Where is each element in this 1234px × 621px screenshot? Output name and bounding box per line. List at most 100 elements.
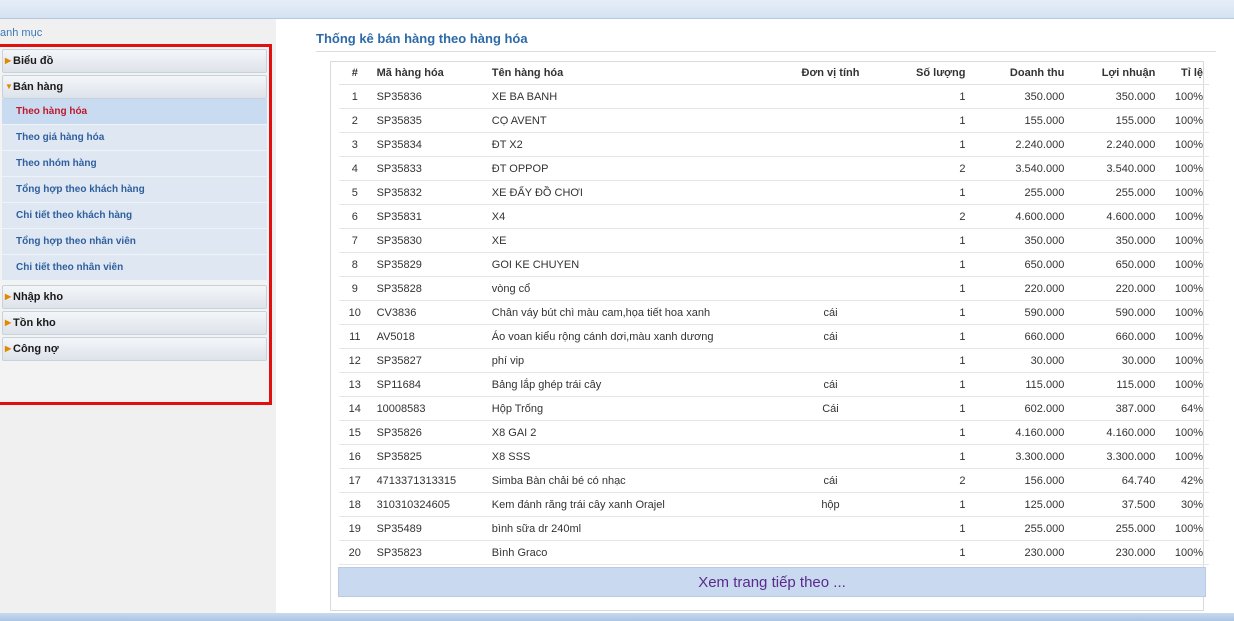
report-menu: ▶ Biểu đồ ▼ Bán hàng Theo hàng hóa Theo … <box>0 44 272 405</box>
menu-item-staff-detail[interactable]: Chi tiết theo nhân viên <box>2 255 267 281</box>
menu-item-by-price[interactable]: Theo giá hàng hóa <box>2 125 267 151</box>
row-number-cell: 6 <box>339 204 371 229</box>
profit-cell: 590.000 <box>1064 300 1156 325</box>
quantity-cell: 1 <box>874 396 966 421</box>
quantity-cell: 1 <box>874 324 966 349</box>
unit-cell <box>786 348 875 373</box>
unit-cell <box>786 516 875 541</box>
row-number-cell: 4 <box>339 156 371 181</box>
product-name-cell: Simba Bàn chải bé có nhạc <box>491 468 787 493</box>
quantity-cell: 2 <box>874 468 966 493</box>
profit-cell: 660.000 <box>1064 324 1156 349</box>
unit-cell <box>786 252 875 277</box>
profit-cell: 220.000 <box>1064 276 1156 301</box>
quantity-cell: 1 <box>874 444 966 469</box>
unit-cell <box>786 540 875 565</box>
unit-cell <box>786 444 875 469</box>
menu-item-by-group[interactable]: Theo nhóm hàng <box>2 151 267 177</box>
product-code-cell: SP11684 <box>370 372 492 397</box>
product-code-cell: SP35833 <box>370 156 492 181</box>
quantity-cell: 1 <box>874 108 966 133</box>
ratio-cell: 100% <box>1155 324 1209 349</box>
revenue-cell: 220.000 <box>965 276 1065 301</box>
column-header: Lợi nhuận <box>1064 62 1156 85</box>
table-row: 1 SP35836 XE BA BANH 1 350.000 350.000 100% <box>339 84 1209 109</box>
product-name-cell: Bảng lắp ghép trái cây <box>491 372 787 397</box>
menu-group-chart[interactable]: ▶ Biểu đồ <box>2 49 267 73</box>
menu-item-by-product[interactable]: Theo hàng hóa <box>2 99 267 125</box>
menu-item-customer-detail[interactable]: Chi tiết theo khách hàng <box>2 203 267 229</box>
ratio-cell: 100% <box>1155 180 1209 205</box>
table-row: 4 SP35833 ĐT OPPOP 2 3.540.000 3.540.000 100% <box>339 156 1209 181</box>
row-number-cell: 12 <box>339 348 371 373</box>
row-number-cell: 5 <box>339 180 371 205</box>
product-code-cell: SP35489 <box>370 516 492 541</box>
profit-cell: 155.000 <box>1064 108 1156 133</box>
unit-cell <box>786 108 875 133</box>
product-code-cell: SP35828 <box>370 276 492 301</box>
product-code-cell: 4713371313315 <box>370 468 492 493</box>
product-name-cell: X8 GAI 2 <box>491 420 787 445</box>
product-name-cell: bình sữa dr 240ml <box>491 516 787 541</box>
row-number-cell: 14 <box>339 396 371 421</box>
profit-cell: 650.000 <box>1064 252 1156 277</box>
table-row: 11 AV5018 Áo voan kiểu rộng cánh dơi,màu x… <box>339 324 1209 349</box>
menu-group-label: Tồn kho <box>13 317 56 329</box>
table-row: 16 SP35825 X8 SSS 1 3.300.000 3.300.000 100% <box>339 444 1209 469</box>
unit-cell <box>786 204 875 229</box>
product-code-cell: 10008583 <box>370 396 492 421</box>
product-code-cell: SP35826 <box>370 420 492 445</box>
revenue-cell: 350.000 <box>965 228 1065 253</box>
unit-cell <box>786 228 875 253</box>
menu-group-label: Biểu đồ <box>13 55 54 67</box>
product-name-cell: ĐT X2 <box>491 132 787 157</box>
row-number-cell: 2 <box>339 108 371 133</box>
ratio-cell: 100% <box>1155 420 1209 445</box>
quantity-cell: 1 <box>874 276 966 301</box>
revenue-cell: 156.000 <box>965 468 1065 493</box>
quantity-cell: 1 <box>874 372 966 397</box>
menu-item-customer-summary[interactable]: Tổng hợp theo khách hàng <box>2 177 267 203</box>
ratio-cell: 100% <box>1155 540 1209 565</box>
ratio-cell: 100% <box>1155 252 1209 277</box>
row-number-cell: 8 <box>339 252 371 277</box>
menu-group-sales[interactable]: ▼ Bán hàng <box>2 75 267 99</box>
quantity-cell: 1 <box>874 84 966 109</box>
table-row: 3 SP35834 ĐT X2 1 2.240.000 2.240.000 100% <box>339 132 1209 157</box>
product-name-cell: XE ĐẨY ĐỒ CHƠI <box>491 180 787 205</box>
revenue-cell: 602.000 <box>965 396 1065 421</box>
product-name-cell: CỌ AVENT <box>491 108 787 133</box>
report-table-panel: # Mã hàng hóa Tên hàng hóa Đơn vị tính S… <box>330 61 1209 611</box>
quantity-cell: 1 <box>874 180 966 205</box>
profit-cell: 4.160.000 <box>1064 420 1156 445</box>
column-header: # <box>339 62 371 85</box>
profit-cell: 350.000 <box>1064 84 1156 109</box>
unit-cell: cái <box>786 300 875 325</box>
next-page-button[interactable]: Xem trang tiếp theo ... <box>338 567 1206 597</box>
ratio-cell: 100% <box>1155 372 1209 397</box>
unit-cell <box>786 84 875 109</box>
quantity-cell: 2 <box>874 204 966 229</box>
menu-group-import[interactable]: ▶ Nhập kho <box>2 285 267 309</box>
table-row: 18 310310324605 Kem đánh răng trái cây xan… <box>339 492 1209 517</box>
profit-cell: 2.240.000 <box>1064 132 1156 157</box>
menu-item-staff-summary[interactable]: Tổng hợp theo nhân viên <box>2 229 267 255</box>
quantity-cell: 1 <box>874 540 966 565</box>
profit-cell: 3.540.000 <box>1064 156 1156 181</box>
ratio-cell: 100% <box>1155 300 1209 325</box>
revenue-cell: 230.000 <box>965 540 1065 565</box>
table-row: 5 SP35832 XE ĐẨY ĐỒ CHƠI 1 255.000 255.000 100… <box>339 180 1209 205</box>
ratio-cell: 100% <box>1155 276 1209 301</box>
revenue-cell: 2.240.000 <box>965 132 1065 157</box>
table-header-row: # Mã hàng hóa Tên hàng hóa Đơn vị tính S… <box>339 62 1209 85</box>
menu-group-stock[interactable]: ▶ Tồn kho <box>2 311 267 335</box>
table-row: 20 SP35823 Bình Graco 1 230.000 230.000 100% <box>339 540 1209 565</box>
revenue-cell: 4.600.000 <box>965 204 1065 229</box>
menu-group-debt[interactable]: ▶ Công nợ <box>2 337 267 361</box>
product-name-cell: XE BA BANH <box>491 84 787 109</box>
profit-cell: 30.000 <box>1064 348 1156 373</box>
revenue-cell: 30.000 <box>965 348 1065 373</box>
table-row: 17 4713371313315 Simba Bàn chải bé có nhạc… <box>339 468 1209 493</box>
product-code-cell: AV5018 <box>370 324 492 349</box>
ratio-cell: 64% <box>1155 396 1209 421</box>
